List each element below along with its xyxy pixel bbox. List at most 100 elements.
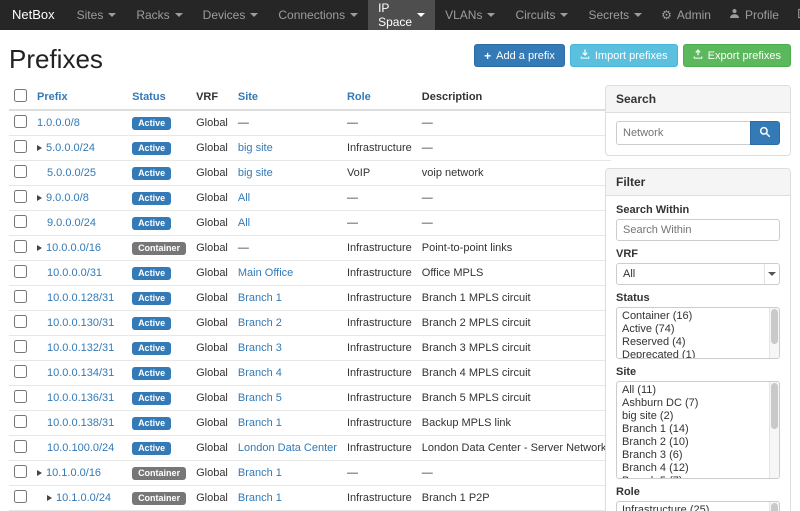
column-header-role[interactable]: Role xyxy=(342,85,417,110)
site-link[interactable]: big site xyxy=(238,142,273,154)
row-checkbox[interactable] xyxy=(14,440,27,453)
listbox-option[interactable]: All (11) xyxy=(617,384,779,397)
site-link[interactable]: Branch 2 xyxy=(238,317,282,329)
column-header-site[interactable]: Site xyxy=(233,85,342,110)
select-all-checkbox[interactable] xyxy=(14,89,27,102)
nav-item-devices[interactable]: Devices xyxy=(193,0,269,30)
site-link[interactable]: London Data Center xyxy=(238,442,337,454)
nav-item-label: Sites xyxy=(77,8,104,22)
row-checkbox[interactable] xyxy=(14,115,27,128)
row-checkbox[interactable] xyxy=(14,265,27,278)
user-icon xyxy=(729,8,740,22)
row-checkbox[interactable] xyxy=(14,315,27,328)
prefix-link[interactable]: 9.0.0.0/24 xyxy=(47,217,96,229)
listbox-option[interactable]: big site (2) xyxy=(617,410,779,423)
prefix-link[interactable]: 9.0.0.0/8 xyxy=(46,192,89,204)
prefix-link[interactable]: 10.0.0.138/31 xyxy=(47,417,114,429)
row-checkbox[interactable] xyxy=(14,165,27,178)
nav-item-ip-space[interactable]: IP Space xyxy=(368,0,435,30)
column-header-prefix[interactable]: Prefix xyxy=(32,85,127,110)
site-link[interactable]: big site xyxy=(238,167,273,179)
search-within-label: Search Within xyxy=(616,204,780,216)
brand-link[interactable]: NetBox xyxy=(0,0,67,30)
row-checkbox[interactable] xyxy=(14,390,27,403)
listbox-option[interactable]: Branch 5 (7) xyxy=(617,475,779,479)
nav-item-secrets[interactable]: Secrets xyxy=(578,0,652,30)
site-link[interactable]: All xyxy=(238,192,250,204)
prefix-link[interactable]: 10.0.0.132/31 xyxy=(47,342,114,354)
prefix-link[interactable]: 5.0.0.0/24 xyxy=(46,142,95,154)
site-link[interactable]: Branch 1 xyxy=(238,467,282,479)
status-badge: Active xyxy=(132,167,171,180)
site-link[interactable]: Branch 4 xyxy=(238,367,282,379)
listbox-option[interactable]: Container (16) xyxy=(617,310,779,323)
listbox-option[interactable]: Infrastructure (25) xyxy=(617,504,779,511)
add-prefix-button[interactable]: + Add a prefix xyxy=(474,44,565,67)
site-link[interactable]: Branch 3 xyxy=(238,342,282,354)
row-checkbox[interactable] xyxy=(14,290,27,303)
nav-item-label: Connections xyxy=(278,8,345,22)
row-checkbox[interactable] xyxy=(14,215,27,228)
export-prefixes-button[interactable]: Export prefixes xyxy=(683,44,791,67)
site-link[interactable]: All xyxy=(238,217,250,229)
expand-caret-icon xyxy=(37,470,42,476)
status-badge: Container xyxy=(132,242,186,255)
prefix-link[interactable]: 10.0.0.0/31 xyxy=(47,267,102,279)
prefix-link[interactable]: 10.0.0.0/16 xyxy=(46,242,101,254)
site-cell: Branch 1 xyxy=(233,461,342,486)
row-checkbox[interactable] xyxy=(14,415,27,428)
row-checkbox[interactable] xyxy=(14,365,27,378)
search-within-input[interactable] xyxy=(616,219,780,241)
scrollbar-thumb[interactable] xyxy=(771,309,778,344)
prefix-link[interactable]: 10.0.0.134/31 xyxy=(47,367,114,379)
status-listbox[interactable]: Container (16)Active (74)Reserved (4)Dep… xyxy=(616,307,780,359)
admin-link[interactable]: ⚙ Admin xyxy=(652,0,720,30)
search-input[interactable] xyxy=(616,121,750,145)
search-button[interactable] xyxy=(750,121,780,145)
status-badge: Active xyxy=(132,392,171,405)
nav-item-sites[interactable]: Sites xyxy=(67,0,127,30)
import-prefixes-button[interactable]: Import prefixes xyxy=(570,44,678,67)
prefix-link[interactable]: 10.0.0.136/31 xyxy=(47,392,114,404)
nav-item-racks[interactable]: Racks xyxy=(126,0,192,30)
site-link[interactable]: Main Office xyxy=(238,267,293,279)
site-link[interactable]: Branch 1 xyxy=(238,417,282,429)
site-link[interactable]: Branch 1 xyxy=(238,492,282,504)
nav-item-connections[interactable]: Connections xyxy=(268,0,368,30)
role-listbox[interactable]: Infrastructure (25)Management (8)Private… xyxy=(616,501,780,511)
listbox-option[interactable]: Reserved (4) xyxy=(617,336,779,349)
logout-link[interactable]: Log out xyxy=(788,0,800,30)
row-checkbox[interactable] xyxy=(14,490,27,503)
row-checkbox[interactable] xyxy=(14,190,27,203)
listbox-option[interactable]: Branch 2 (10) xyxy=(617,436,779,449)
scrollbar-thumb[interactable] xyxy=(771,383,778,429)
profile-link[interactable]: Profile xyxy=(720,0,788,30)
scrollbar-thumb[interactable] xyxy=(771,503,778,511)
prefix-link[interactable]: 10.1.0.0/24 xyxy=(56,492,111,504)
prefix-link[interactable]: 10.1.0.0/16 xyxy=(46,467,101,479)
listbox-option[interactable]: Ashburn DC (7) xyxy=(617,397,779,410)
nav-item-circuits[interactable]: Circuits xyxy=(505,0,578,30)
row-checkbox[interactable] xyxy=(14,465,27,478)
column-header-status[interactable]: Status xyxy=(127,85,191,110)
prefix-link[interactable]: 1.0.0.0/8 xyxy=(37,117,80,129)
prefix-link[interactable]: 10.0.100.0/24 xyxy=(47,442,114,454)
listbox-option[interactable]: Branch 1 (14) xyxy=(617,423,779,436)
row-checkbox[interactable] xyxy=(14,140,27,153)
prefix-link[interactable]: 5.0.0.0/25 xyxy=(47,167,96,179)
row-checkbox[interactable] xyxy=(14,340,27,353)
status-badge: Active xyxy=(132,442,171,455)
nav-item-vlans[interactable]: VLANs xyxy=(435,0,505,30)
listbox-option[interactable]: Branch 3 (6) xyxy=(617,449,779,462)
site-link[interactable]: Branch 1 xyxy=(238,292,282,304)
listbox-option[interactable]: Deprecated (1) xyxy=(617,349,779,359)
row-checkbox[interactable] xyxy=(14,240,27,253)
site-listbox[interactable]: All (11)Ashburn DC (7)big site (2)Branch… xyxy=(616,381,780,479)
site-link[interactable]: Branch 5 xyxy=(238,392,282,404)
prefix-link[interactable]: 10.0.0.130/31 xyxy=(47,317,114,329)
table-row: 10.0.0.128/31 Active Global Branch 1 Inf… xyxy=(9,286,611,311)
prefix-link[interactable]: 10.0.0.128/31 xyxy=(47,292,114,304)
listbox-option[interactable]: Active (74) xyxy=(617,323,779,336)
listbox-option[interactable]: Branch 4 (12) xyxy=(617,462,779,475)
vrf-select[interactable]: All xyxy=(616,263,780,285)
